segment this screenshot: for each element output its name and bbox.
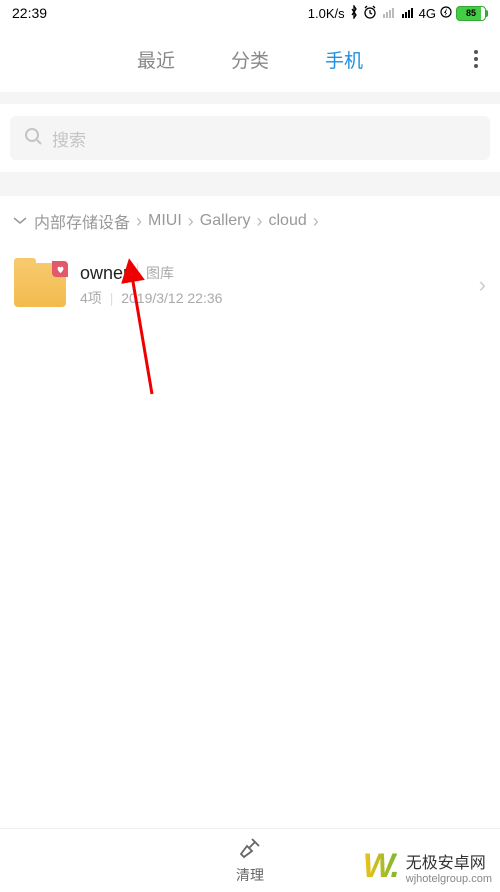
watermark-logo-icon: W. xyxy=(363,847,398,886)
watermark-title: 无极安卓网 xyxy=(406,849,492,873)
chevron-right-icon: › xyxy=(313,211,319,232)
overflow-menu-button[interactable] xyxy=(474,50,478,68)
divider xyxy=(0,92,500,104)
search-placeholder: 搜索 xyxy=(52,126,86,151)
folder-tag: 图库 xyxy=(137,263,174,283)
folder-icon xyxy=(14,263,66,307)
folder-info: owner 图库 4项 | 2019/3/12 22:36 xyxy=(80,263,465,308)
chevron-right-icon: › xyxy=(479,272,486,298)
charging-icon xyxy=(440,5,452,22)
tab-recent[interactable]: 最近 xyxy=(137,46,175,73)
folder-count: 4项 xyxy=(80,290,102,306)
breadcrumb-item-3[interactable]: cloud xyxy=(268,212,306,230)
search-bar: 搜索 xyxy=(0,104,500,172)
status-bar: 22:39 1.0K/s 4G 85 xyxy=(0,0,500,26)
folder-name: owner xyxy=(80,263,129,284)
search-input[interactable]: 搜索 xyxy=(10,116,490,160)
tab-phone[interactable]: 手机 xyxy=(325,46,363,73)
heart-badge-icon xyxy=(52,261,68,277)
chevron-right-icon: › xyxy=(136,211,142,232)
search-icon xyxy=(24,127,42,150)
status-network: 4G xyxy=(419,6,436,21)
breadcrumb-collapse-icon[interactable] xyxy=(12,212,28,230)
breadcrumb-item-2[interactable]: Gallery xyxy=(200,212,251,230)
breadcrumb-item-0[interactable]: 内部存储设备 xyxy=(34,209,130,233)
chevron-right-icon: › xyxy=(188,211,194,232)
folder-date: 2019/3/12 22:36 xyxy=(121,290,222,306)
watermark-url: wjhotelgroup.com xyxy=(406,873,492,885)
meta-separator: | xyxy=(110,290,114,306)
menu-dots-icon xyxy=(474,50,478,68)
breadcrumb: 内部存储设备 › MIUI › Gallery › cloud › xyxy=(0,196,500,246)
status-time: 22:39 xyxy=(12,5,47,21)
status-right: 1.0K/s 4G 85 xyxy=(308,5,488,22)
signal-icon-1 xyxy=(383,8,394,18)
tab-category[interactable]: 分类 xyxy=(231,46,269,73)
divider xyxy=(0,172,500,196)
clean-button-label[interactable]: 清理 xyxy=(236,865,264,885)
chevron-right-icon: › xyxy=(256,211,262,232)
top-tabs: 最近 分类 手机 xyxy=(0,26,500,92)
alarm-icon xyxy=(363,5,377,22)
battery-level: 85 xyxy=(456,6,486,21)
watermark: W. 无极安卓网 wjhotelgroup.com xyxy=(363,847,492,886)
battery-icon: 85 xyxy=(456,6,488,21)
status-speed: 1.0K/s xyxy=(308,6,345,21)
breadcrumb-item-1[interactable]: MIUI xyxy=(148,212,182,230)
folder-row[interactable]: owner 图库 4项 | 2019/3/12 22:36 › xyxy=(0,246,500,324)
signal-icon-2 xyxy=(402,8,413,18)
broom-icon[interactable] xyxy=(238,836,262,863)
empty-area xyxy=(0,324,500,828)
bluetooth-icon xyxy=(349,5,359,22)
